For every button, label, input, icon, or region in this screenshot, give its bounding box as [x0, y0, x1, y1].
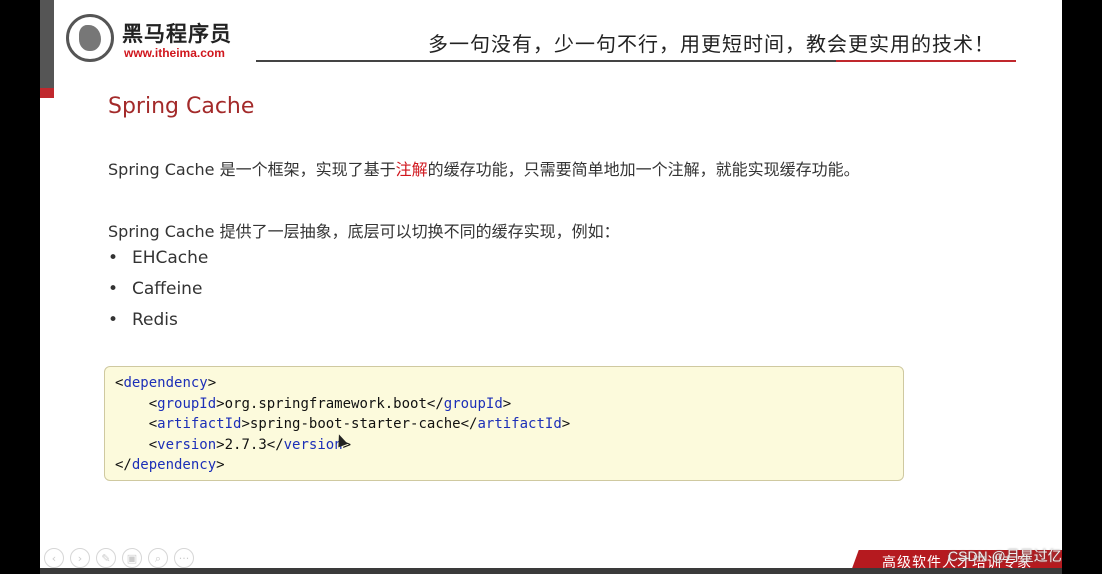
slideshow-controls: ‹ › ✎ ▣ ⌕ ···	[44, 548, 194, 568]
paragraph-intro: Spring Cache 是一个框架，实现了基于注解的缓存功能，只需要简单地加一…	[108, 156, 860, 180]
code-line: <version>2.7.3</version>	[148, 436, 352, 453]
list-item-label: EHCache	[132, 248, 209, 268]
zoom-icon[interactable]: ⌕	[148, 548, 168, 568]
paragraph-abstraction: Spring Cache 提供了一层抽象，底层可以切换不同的缓存实现，例如：	[108, 222, 620, 241]
paragraph-intro-end: 的缓存功能，只需要简单地加一个注解，就能实现缓存功能。	[427, 160, 860, 179]
pen-icon[interactable]: ✎	[96, 548, 116, 568]
code-line: <groupId>org.springframework.boot</group…	[148, 395, 512, 412]
brand-name: 黑马程序员	[122, 22, 232, 46]
list-item: • Redis	[108, 310, 178, 330]
paragraph-intro-start: Spring Cache 是一个框架，实现了基于	[108, 160, 396, 179]
brand-url: www.itheima.com	[124, 46, 225, 60]
highlight-annotation: 注解	[395, 160, 428, 179]
previous-slide-icon[interactable]: ‹	[44, 548, 64, 568]
bottom-bar	[40, 568, 1062, 574]
list-item-label: Redis	[132, 310, 178, 330]
slogan: 多一句没有，少一句不行，用更短时间，教会更实用的技术！	[428, 32, 995, 56]
list-item-label: Caffeine	[132, 279, 203, 299]
slides-grid-icon[interactable]: ▣	[122, 548, 142, 568]
list-item: • Caffeine	[108, 279, 203, 299]
next-slide-icon[interactable]: ›	[70, 548, 90, 568]
horse-logo-icon	[66, 14, 114, 62]
slide: 黑马程序员 www.itheima.com 多一句没有，少一句不行，用更短时间，…	[40, 0, 1062, 574]
code-block: <dependency> <groupId>org.springframewor…	[104, 366, 904, 481]
slide-title: Spring Cache	[108, 94, 255, 119]
code-line: <dependency>	[115, 375, 217, 391]
csdn-watermark: CSDN @月星过亿	[948, 548, 1062, 564]
left-accent-red	[40, 88, 54, 98]
more-options-icon[interactable]: ···	[174, 548, 194, 568]
code-line: </dependency>	[115, 457, 225, 473]
left-accent-bar	[40, 0, 54, 88]
cache-impl-list: • EHCache • Caffeine • Redis	[108, 248, 208, 341]
code-line: <artifactId>spring-boot-starter-cache</a…	[148, 416, 571, 432]
list-item: • EHCache	[108, 248, 209, 268]
header-divider-accent	[836, 60, 1016, 62]
